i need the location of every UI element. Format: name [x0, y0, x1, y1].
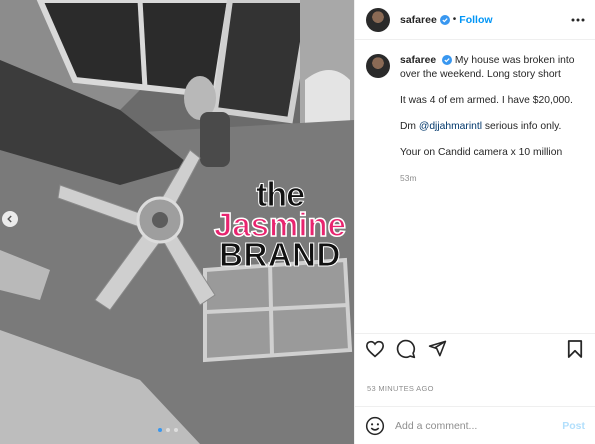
post-comment-button[interactable]: Post: [562, 420, 585, 432]
carousel-dot: [174, 428, 178, 432]
watermark-logo: the Jasmine BRAND: [205, 178, 354, 273]
comment-button[interactable]: [395, 338, 417, 360]
caption-age: 53m: [400, 173, 417, 183]
header-separator: •: [452, 14, 457, 25]
verified-badge-icon: [439, 14, 450, 25]
carousel-prev-button[interactable]: [2, 211, 18, 227]
carousel-dot: [158, 428, 162, 432]
post-timestamp[interactable]: 53 MINUTES AGO: [367, 384, 434, 393]
heart-icon: [365, 340, 385, 357]
share-button[interactable]: [426, 338, 448, 360]
header-username[interactable]: safaree: [400, 14, 437, 26]
emoji-icon: [365, 416, 385, 435]
caption-body: safaree My house was broken into over th…: [400, 54, 580, 185]
avatar[interactable]: [366, 7, 390, 32]
caption-line: It was 4 of em armed. I have $20,000.: [400, 95, 573, 106]
mention-link[interactable]: @djjahmarintl: [419, 121, 482, 132]
post-media[interactable]: the Jasmine BRAND: [0, 0, 354, 444]
share-icon: [428, 340, 446, 357]
chevron-left-icon: [7, 215, 12, 223]
caption-line: Dm @djjahmarintl serious info only.: [400, 120, 580, 134]
comment-icon: [396, 339, 416, 358]
like-button[interactable]: [364, 338, 386, 360]
follow-button[interactable]: Follow: [459, 14, 492, 26]
carousel-dot: [166, 428, 170, 432]
post-side-panel: safaree • Follow safaree My house was br…: [354, 0, 595, 444]
caption-line: safaree My house was broken into over th…: [400, 54, 580, 82]
post-header: safaree • Follow: [355, 0, 595, 40]
add-comment-bar: Post: [355, 406, 595, 444]
save-button[interactable]: [564, 338, 586, 360]
caption-dm-suffix: serious info only.: [481, 121, 562, 132]
caption-username[interactable]: safaree: [400, 55, 436, 66]
bookmark-icon: [567, 339, 583, 358]
carousel-indicator: [158, 428, 178, 432]
avatar[interactable]: [366, 54, 390, 78]
emoji-button[interactable]: [365, 416, 385, 436]
caption-dm-prefix: Dm: [400, 121, 419, 132]
action-bar: [355, 333, 595, 363]
more-options-icon[interactable]: [569, 14, 587, 26]
caption-line: Your on Candid camera x 10 million: [400, 147, 563, 158]
comment-input[interactable]: [395, 419, 563, 432]
verified-badge-icon: [441, 55, 452, 66]
caption: safaree My house was broken into over th…: [355, 40, 595, 185]
watermark-line-brand: BRAND: [219, 236, 341, 273]
